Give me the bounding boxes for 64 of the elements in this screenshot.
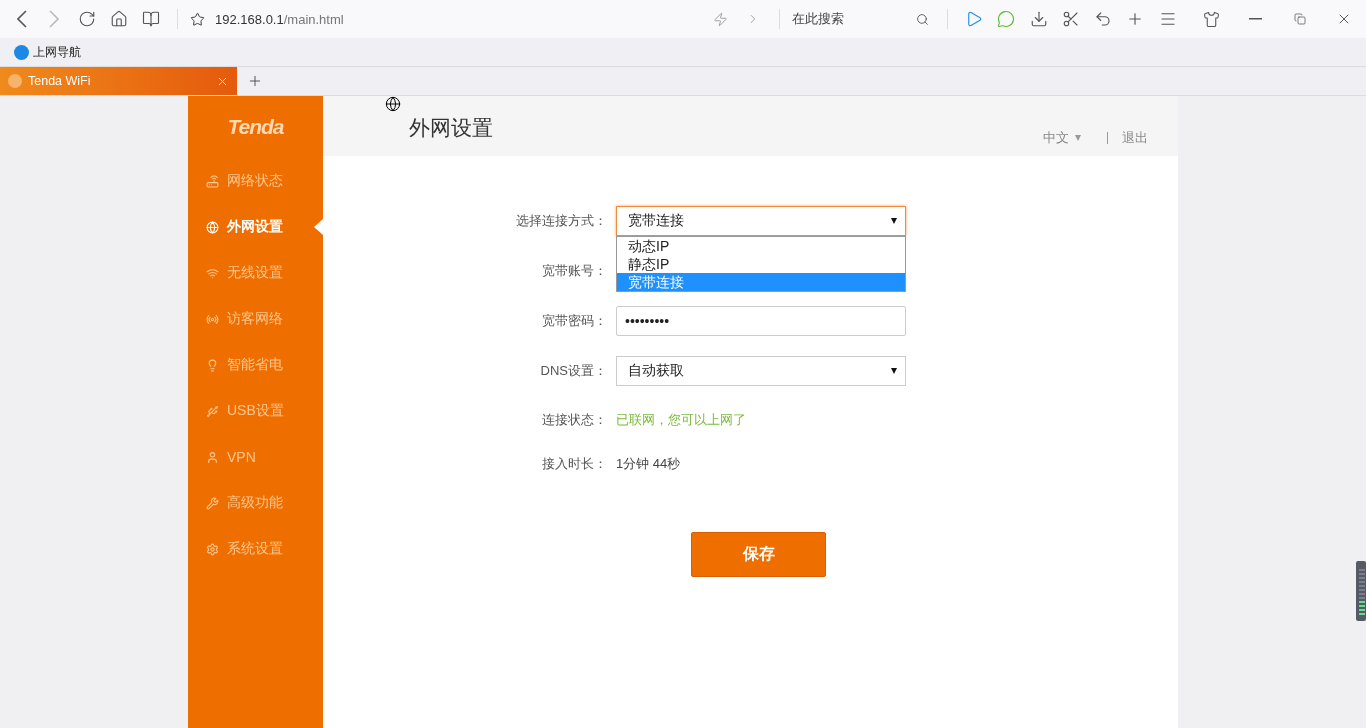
browser-tab[interactable]: Tenda WiFi	[0, 67, 237, 95]
menu-icon	[1158, 10, 1177, 28]
globe-icon	[206, 220, 219, 234]
select-field[interactable]: 自动获取	[616, 356, 906, 386]
scissors-icon	[1061, 10, 1080, 28]
undo-icon	[1094, 10, 1112, 28]
minimize-icon	[1249, 18, 1263, 20]
settings-icon	[206, 542, 219, 556]
sidebar-item[interactable]: USB设置	[188, 388, 323, 434]
chat-icon	[997, 10, 1016, 28]
sidebar-item[interactable]: 无线设置	[188, 250, 323, 296]
book-icon	[142, 10, 161, 28]
url-text: 192.168.0.1/main.html	[215, 11, 344, 27]
signal-icon	[206, 312, 219, 326]
back-icon	[17, 10, 28, 28]
favicon-icon	[8, 74, 22, 88]
duration-text: 1分钟 44秒	[616, 455, 682, 473]
reload-icon	[77, 10, 96, 28]
field-label: 连接状态：	[541, 411, 607, 429]
field-label: 选择连接方式：	[515, 212, 607, 230]
person-icon	[206, 450, 219, 464]
logout-link[interactable]: 退出	[1122, 129, 1148, 147]
brand-logo: Tenda	[226, 114, 285, 140]
status-text: 已联网，您可以上网了	[616, 411, 747, 429]
wrench-icon	[206, 496, 219, 510]
caret-icon	[891, 218, 897, 224]
page-title: 外网设置	[409, 115, 493, 141]
caret-icon	[891, 368, 897, 374]
sidebar-item[interactable]: 网络状态	[188, 158, 323, 204]
home-icon	[109, 10, 128, 28]
sidebar-item[interactable]: 智能省电	[188, 342, 323, 388]
lightning-icon	[713, 11, 729, 27]
shirt-icon	[1203, 10, 1221, 28]
input-field[interactable]: •••••••••	[616, 306, 906, 336]
sidebar-item[interactable]: 高级功能	[188, 480, 323, 526]
browser-logo-icon	[14, 44, 29, 60]
field-label: 接入时长：	[541, 455, 607, 473]
address-bar[interactable]: 192.168.0.1/main.html	[190, 11, 544, 27]
save-button[interactable]: 保存	[691, 532, 826, 577]
globe-icon	[385, 96, 401, 112]
sidebar-item[interactable]: 访客网络	[188, 296, 323, 342]
download-icon	[1029, 10, 1048, 28]
forward-icon	[49, 10, 60, 28]
bulb-icon	[206, 358, 219, 372]
sidebar-item[interactable]: 系统设置	[188, 526, 323, 572]
caret-icon	[1075, 135, 1081, 141]
usb-icon	[206, 404, 219, 418]
star-icon	[190, 11, 206, 27]
search-icon	[916, 12, 930, 26]
search-field[interactable]: 在此搜索	[791, 10, 936, 28]
dropdown-option[interactable]: 宽带连接	[617, 273, 905, 291]
field-label: DNS设置：	[539, 362, 607, 380]
wifi-icon	[206, 266, 219, 280]
level-meter-drawing	[1356, 561, 1366, 621]
restore-icon	[1293, 13, 1306, 25]
play-icon	[965, 10, 983, 28]
router-icon	[206, 174, 219, 188]
bookmark-link[interactable]: 上网导航	[14, 43, 81, 61]
language-dropdown[interactable]: 中文	[1043, 129, 1081, 147]
search-placeholder: 在此搜索	[791, 10, 844, 28]
field-label: 宽带账号：	[541, 262, 607, 280]
field-label: 宽带密码：	[541, 312, 607, 330]
plus-icon	[247, 73, 263, 89]
sidebar-item[interactable]: VPN	[188, 434, 323, 480]
